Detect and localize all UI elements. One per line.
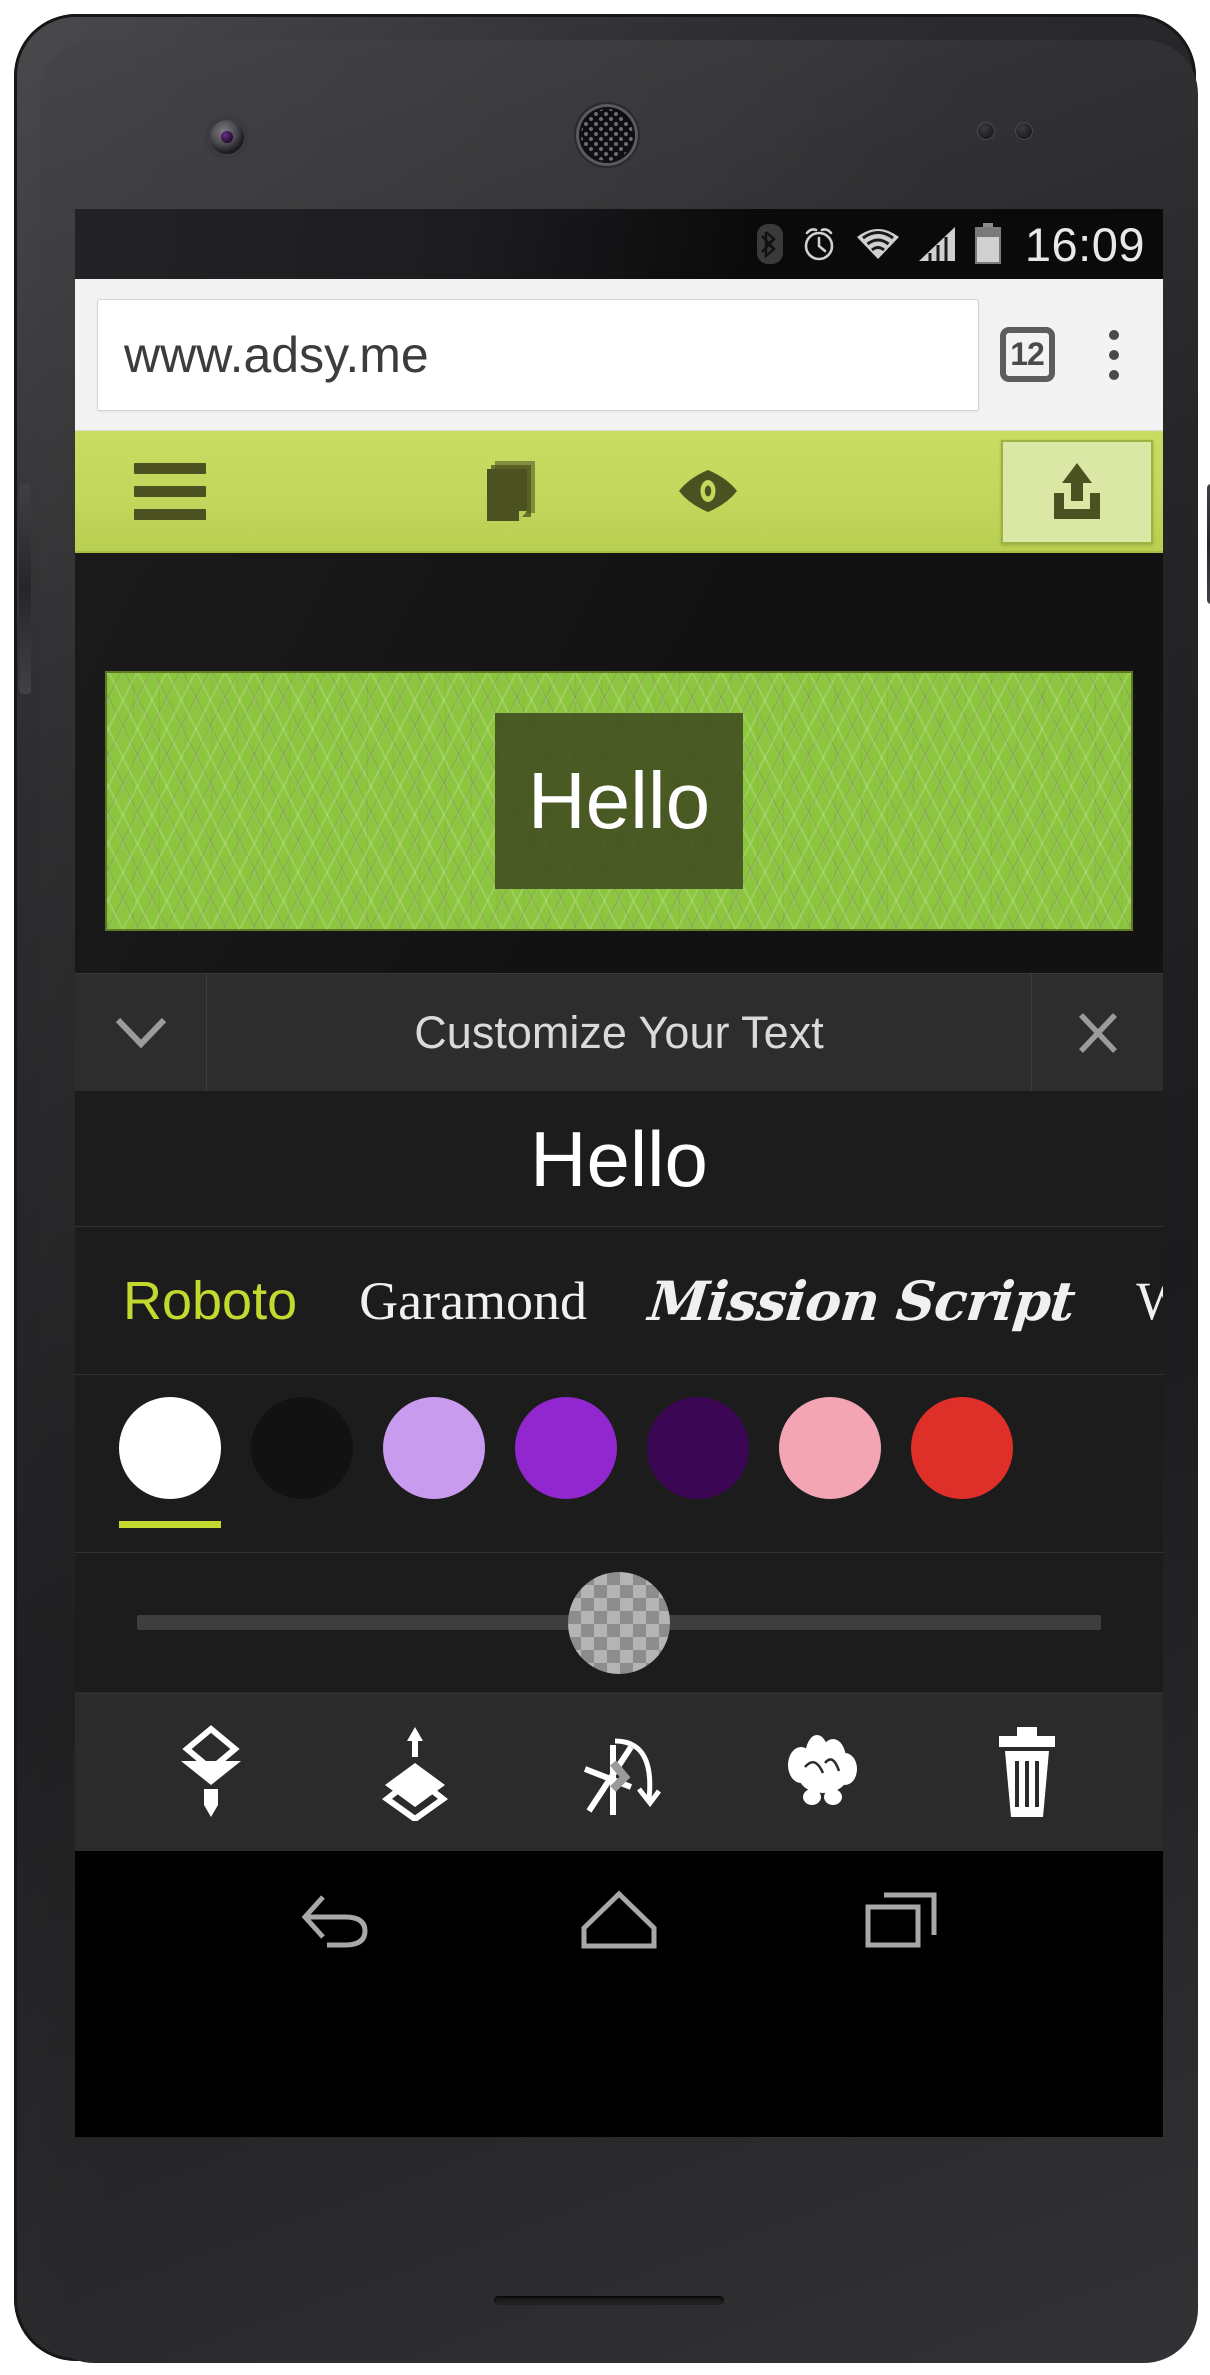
alarm-icon (799, 224, 839, 264)
font-option-clipped[interactable]: W (1136, 1274, 1163, 1328)
tab-switcher-button[interactable]: 12 (983, 279, 1071, 431)
color-swatch-black[interactable] (251, 1397, 353, 1528)
wifi-icon (855, 225, 901, 263)
swatch-circle (911, 1397, 1013, 1499)
smudge-icon[interactable] (753, 1694, 893, 1852)
font-picker-row[interactable]: Roboto Garamond Mission Script W (75, 1227, 1163, 1375)
design-card[interactable]: Hello (105, 671, 1133, 931)
color-swatch-purple[interactable] (515, 1397, 617, 1528)
upload-export-icon[interactable] (1001, 440, 1153, 544)
battery-icon (973, 223, 1003, 265)
light-sensor (1015, 122, 1033, 140)
android-status-bar: 16:09 (75, 209, 1163, 279)
swatch-selected-underline (515, 1521, 617, 1528)
canvas-text-object[interactable]: Hello (495, 713, 743, 889)
android-navigation-bar (75, 1851, 1163, 1989)
swatch-circle (515, 1397, 617, 1499)
bluetooth-icon (756, 224, 783, 264)
swatch-selected-underline (383, 1521, 485, 1528)
home-icon[interactable] (544, 1851, 694, 1989)
panel-title-wrapper: Customize Your Text (207, 974, 1031, 1091)
pages-stack-icon[interactable] (485, 455, 547, 527)
earpiece-mesh (581, 109, 633, 161)
menu-bar (134, 508, 206, 520)
color-swatch-red[interactable] (911, 1397, 1013, 1528)
object-action-toolbar (75, 1693, 1163, 1851)
chevron-down-icon[interactable] (75, 974, 207, 1091)
swatch-selected-underline (911, 1521, 1013, 1528)
canvas-text-label: Hello (527, 756, 711, 845)
font-option-roboto[interactable]: Roboto (123, 1274, 297, 1328)
delete-trash-icon[interactable] (957, 1694, 1097, 1852)
design-canvas-area[interactable]: Hello (75, 553, 1163, 973)
color-swatch-dark-purple[interactable] (647, 1397, 749, 1528)
opacity-slider-track[interactable] (137, 1571, 1101, 1674)
customize-panel-header: Customize Your Text (75, 973, 1163, 1091)
recents-icon[interactable] (827, 1851, 977, 1989)
swatch-circle (647, 1397, 749, 1499)
volume-rocker-button[interactable] (19, 484, 31, 694)
opacity-slider-row[interactable] (75, 1553, 1163, 1693)
menu-bar (134, 485, 206, 497)
cellular-signal-icon (917, 225, 957, 263)
menu-bar (134, 462, 206, 474)
close-x-icon[interactable] (1031, 974, 1163, 1091)
swatch-selected-underline (779, 1521, 881, 1528)
tab-count-label: 12 (999, 327, 1055, 382)
color-picker-row[interactable] (75, 1375, 1163, 1553)
send-backward-icon[interactable] (141, 1694, 281, 1852)
hamburger-menu-icon[interactable] (75, 430, 265, 552)
font-option-mission-script[interactable]: Mission Script (646, 1269, 1078, 1333)
text-preview-label: Hello (530, 1114, 708, 1203)
color-swatch-light-purple[interactable] (383, 1397, 485, 1528)
bring-forward-icon[interactable] (345, 1694, 485, 1852)
phone-screen: 16:09 www.adsy.me 12 Hello Customize You… (75, 209, 1163, 2137)
url-input[interactable]: www.adsy.me (97, 298, 979, 411)
panel-title: Customize Your Text (414, 1006, 824, 1058)
swatch-selected-underline (647, 1521, 749, 1528)
swatch-selected-underline (251, 1521, 353, 1528)
color-swatch-pink[interactable] (779, 1397, 881, 1528)
rotate-reset-icon[interactable] (549, 1694, 689, 1852)
swatch-circle (251, 1397, 353, 1499)
swatch-circle (119, 1397, 221, 1499)
menu-dot (1109, 349, 1119, 360)
phone-device-frame: 16:09 www.adsy.me 12 Hello Customize You… (14, 14, 1210, 2363)
browser-overflow-menu-button[interactable] (1075, 279, 1153, 431)
status-bar-clock: 16:09 (1024, 217, 1145, 271)
menu-dot (1109, 329, 1119, 340)
swatch-circle (779, 1397, 881, 1499)
swatch-circle (383, 1397, 485, 1499)
url-text: www.adsy.me (124, 326, 429, 383)
browser-chrome-bar: www.adsy.me 12 (75, 279, 1163, 431)
bottom-speaker-slot (494, 2296, 724, 2305)
opacity-slider-thumb[interactable] (568, 1571, 670, 1674)
text-preview-row[interactable]: Hello (75, 1091, 1163, 1227)
earpiece-speaker (576, 104, 638, 166)
menu-dot (1109, 369, 1119, 380)
back-icon[interactable] (261, 1851, 411, 1989)
front-camera (210, 120, 244, 154)
font-option-garamond[interactable]: Garamond (359, 1274, 587, 1328)
eye-preview-icon[interactable] (675, 466, 741, 516)
color-swatch-white[interactable] (119, 1397, 221, 1528)
swatch-selected-underline (119, 1521, 221, 1528)
app-toolbar (75, 431, 1163, 553)
proximity-sensor (977, 122, 995, 140)
